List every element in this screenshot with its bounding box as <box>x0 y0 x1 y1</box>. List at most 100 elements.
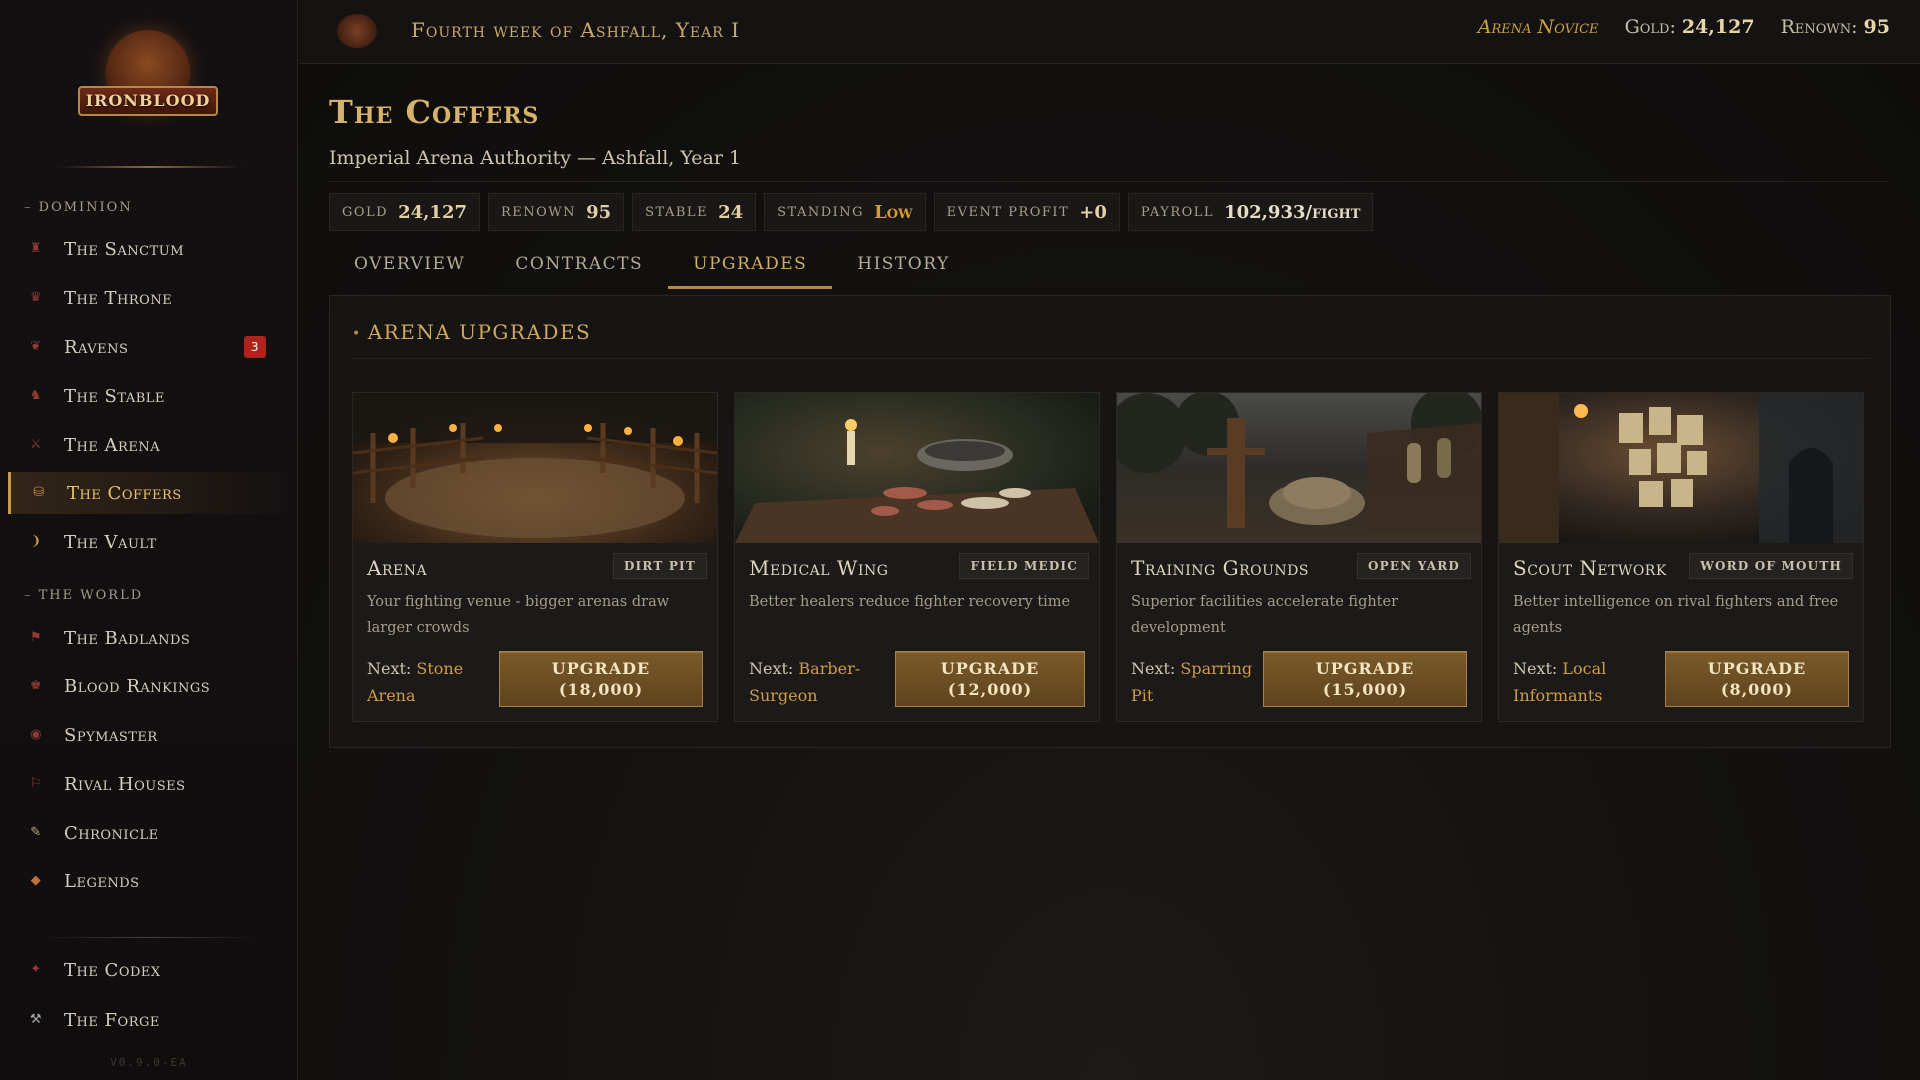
stat-value: 24,127 <box>398 201 467 223</box>
upgrade-description: Better intelligence on rival fighters an… <box>1513 594 1839 636</box>
gold-readout: Gold: 24,127 <box>1625 16 1755 38</box>
arena-illustration <box>353 393 717 543</box>
upgrade-card-arena: Arena Dirt Pit Your fighting venue - big… <box>352 392 718 722</box>
player-status: Arena Novice Gold: 24,127 Renown: 95 <box>1478 16 1890 38</box>
sidebar-item-label: Ravens <box>64 336 129 358</box>
sidebar-item-label: The Badlands <box>64 627 191 649</box>
upgrade-cost: (15,000) <box>1322 680 1408 699</box>
stat-value: +0 <box>1079 201 1107 223</box>
stat-label: Stable <box>645 204 709 220</box>
sidebar-item-label: Spymaster <box>64 724 158 746</box>
tab-upgrades[interactable]: Upgrades <box>668 241 833 289</box>
forge-icon: ⚒ <box>29 1012 43 1027</box>
section-heading-dominion: Dominion <box>24 200 133 215</box>
sidebar-item-the-vault[interactable]: ❩ The Vault <box>8 521 290 563</box>
sidebar-item-the-coffers[interactable]: ⛁ The Coffers <box>8 472 290 514</box>
sidebar-item-ravens[interactable]: ❦ Ravens 3 <box>8 326 290 368</box>
sidebar-item-label: Rival Houses <box>64 773 186 795</box>
sidebar-item-spymaster[interactable]: ◉ Spymaster <box>8 714 290 756</box>
divider <box>352 358 1870 359</box>
sidebar-item-blood-rankings[interactable]: ♚ Blood Rankings <box>8 665 290 707</box>
sidebar-item-the-stable[interactable]: ♞ The Stable <box>8 375 290 417</box>
divider <box>58 166 242 168</box>
button-label: Upgrade <box>1315 659 1415 678</box>
arena-icon: ⚔ <box>29 437 43 452</box>
upgrade-training-grounds-button[interactable]: Upgrade (15,000) <box>1263 651 1467 707</box>
tab-contracts[interactable]: Contracts <box>490 241 668 289</box>
button-label: Upgrade <box>940 659 1040 678</box>
stat-value: 102,933/fight <box>1224 201 1361 223</box>
scout-network-illustration <box>1499 393 1863 543</box>
upgrade-cost: (12,000) <box>947 680 1033 699</box>
game-date: Fourth week of Ashfall, Year I <box>411 18 741 42</box>
sidebar: IRONBLOOD Dominion ♜ The Sanctum ♛ The T… <box>0 0 298 1080</box>
renown-label: Renown: <box>1780 16 1858 38</box>
sidebar-item-the-arena[interactable]: ⚔ The Arena <box>8 424 290 466</box>
game-logo: IRONBLOOD <box>78 28 218 124</box>
rankings-icon: ♚ <box>29 678 43 693</box>
upgrade-card-medical-wing: Medical Wing Field Medic Better healers … <box>734 392 1100 722</box>
tab-bar: Overview Contracts Upgrades History <box>329 241 975 289</box>
stat-label: Payroll <box>1140 204 1215 220</box>
player-rank: Arena Novice <box>1477 16 1599 38</box>
button-label: Upgrade <box>551 659 651 678</box>
upgrade-cost: (18,000) <box>558 680 644 699</box>
next-tier: Next: Stone Arena <box>367 655 497 709</box>
upgrade-medical-wing-button[interactable]: Upgrade (12,000) <box>895 651 1085 707</box>
stat-payroll: Payroll 102,933/fight <box>1127 193 1374 231</box>
sidebar-item-label: The Forge <box>64 1009 160 1031</box>
button-label: Upgrade <box>1707 659 1807 678</box>
upgrade-description: Better healers reduce fighter recovery t… <box>749 594 1071 610</box>
upgrade-name: Training Grounds <box>1131 556 1309 580</box>
stat-standing: Standing Low <box>764 193 926 231</box>
next-label: Next: <box>1131 659 1176 678</box>
upgrade-description: Your fighting venue - bigger arenas draw… <box>367 594 670 636</box>
next-tier: Next: Sparring Pit <box>1131 655 1261 709</box>
crest-icon <box>337 14 377 48</box>
sidebar-item-legends[interactable]: ◆ Legends <box>8 860 290 902</box>
tab-overview[interactable]: Overview <box>329 241 490 289</box>
upgrade-cost: (8,000) <box>1720 680 1794 699</box>
sidebar-item-the-badlands[interactable]: ⚑ The Badlands <box>8 617 290 659</box>
stats-bar: Gold 24,127 Renown 95 Stable 24 Standing… <box>329 193 1374 231</box>
stat-renown: Renown 95 <box>488 193 625 231</box>
sidebar-item-the-throne[interactable]: ♛ The Throne <box>8 277 290 319</box>
upgrade-arena-button[interactable]: Upgrade (18,000) <box>499 651 703 707</box>
upgrade-card-training-grounds: Training Grounds Open Yard Superior faci… <box>1116 392 1482 722</box>
next-label: Next: <box>1513 659 1558 678</box>
sanctum-icon: ♜ <box>29 241 43 256</box>
stat-value: 24 <box>718 201 744 223</box>
stat-event-profit: Event Profit +0 <box>933 193 1120 231</box>
legends-icon: ◆ <box>30 873 42 888</box>
sidebar-item-rival-houses[interactable]: ⚐ Rival Houses <box>8 763 290 805</box>
current-tier-badge: Field Medic <box>959 553 1089 579</box>
stat-value: Low <box>874 201 913 223</box>
next-label: Next: <box>749 659 794 678</box>
upgrade-scout-network-button[interactable]: Upgrade (8,000) <box>1665 651 1849 707</box>
stat-label: Renown <box>501 204 577 220</box>
coffers-icon: ⛁ <box>33 485 45 500</box>
stat-label: Gold <box>342 204 389 220</box>
logo-text: IRONBLOOD <box>78 86 218 116</box>
sidebar-item-the-sanctum[interactable]: ♜ The Sanctum <box>8 228 290 270</box>
sidebar-item-label: The Throne <box>64 287 173 309</box>
sidebar-item-label: Chronicle <box>64 822 159 844</box>
main-content: The Coffers Imperial Arena Authority — A… <box>299 65 1920 1080</box>
top-bar: Fourth week of Ashfall, Year I Arena Nov… <box>299 0 1920 64</box>
sidebar-item-chronicle[interactable]: ✎ Chronicle <box>8 812 290 854</box>
renown-value: 95 <box>1863 16 1890 38</box>
sidebar-item-the-forge[interactable]: ⚒ The Forge <box>8 999 290 1041</box>
tab-history[interactable]: History <box>832 241 974 289</box>
unread-badge: 3 <box>244 336 266 358</box>
sidebar-item-label: The Sanctum <box>64 238 185 260</box>
next-tier: Next: Local Informants <box>1513 655 1643 709</box>
version-label: V0.9.0-EA <box>110 1056 188 1069</box>
raven-icon: ❦ <box>30 339 42 354</box>
sidebar-item-label: The Codex <box>64 959 161 981</box>
panel-heading: Arena Upgrades <box>352 320 591 344</box>
upgrade-name: Arena <box>367 556 428 580</box>
upgrade-description: Superior facilities accelerate fighter d… <box>1131 594 1399 636</box>
current-tier-badge: Word of Mouth <box>1689 553 1853 579</box>
sidebar-item-the-codex[interactable]: ✦ The Codex <box>8 949 290 991</box>
gold-label: Gold: <box>1624 16 1676 38</box>
